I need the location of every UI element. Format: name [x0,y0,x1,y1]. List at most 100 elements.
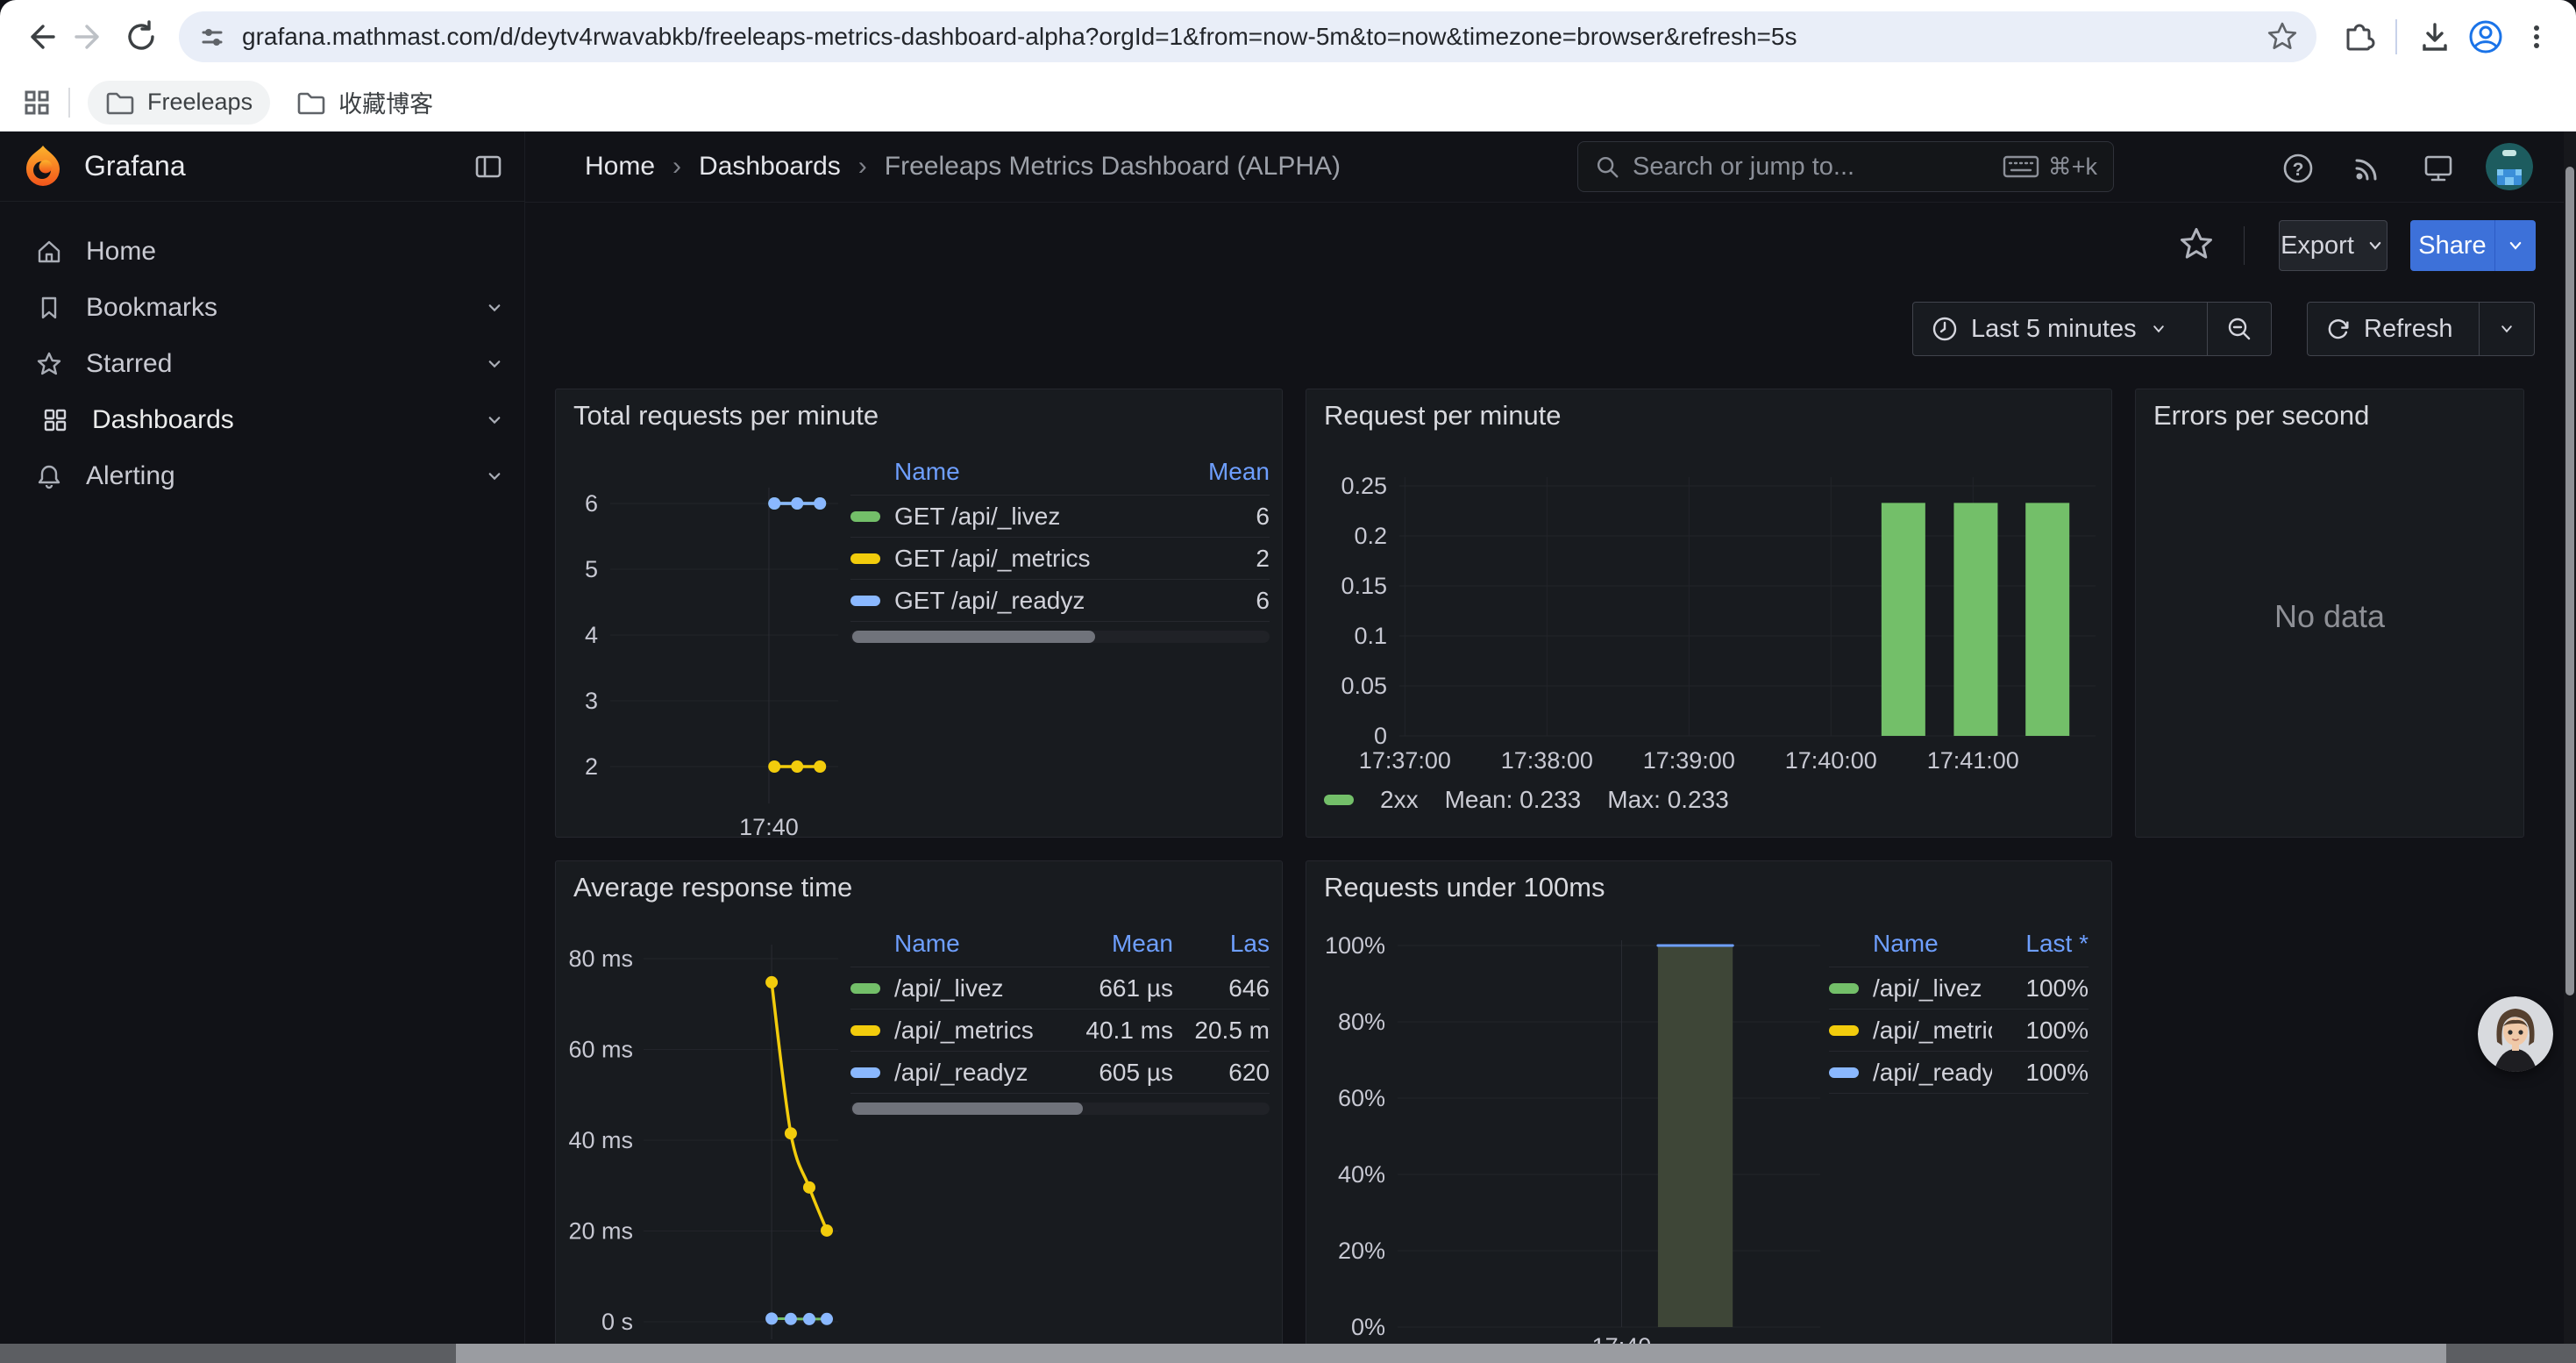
vertical-scrollbar-thumb[interactable] [2565,167,2574,995]
panel-request-per-minute: Request per minute 0.250.20.150.10.05017… [1306,389,2112,838]
search-shortcut: ⌘+k [2048,153,2097,181]
panel-title[interactable]: Request per minute [1324,400,1562,432]
sidebar-item-label: Home [86,237,156,267]
bookmark-star-icon[interactable] [2266,20,2299,54]
series-name[interactable]: /api/_readyz [894,1059,1050,1087]
series-name[interactable]: /api/_readyz [1873,1059,1992,1087]
time-range-button[interactable]: Last 5 minutes [1913,303,2207,355]
horizontal-scrollbar[interactable] [0,1344,2576,1363]
back-button[interactable] [14,11,65,62]
svg-text:17:41:00: 17:41:00 [1927,747,2019,774]
panel-title[interactable]: Total requests per minute [573,400,879,432]
export-button[interactable]: Export [2279,220,2387,271]
share-label[interactable]: Share [2410,220,2494,271]
legend-row[interactable]: /api/_livez100% [1829,967,2089,1009]
breadcrumb-dashboards[interactable]: Dashboards [699,152,841,182]
url-text[interactable]: grafana.mathmast.com/d/deytv4rwavabkb/fr… [242,23,2266,51]
legend-row[interactable]: /api/_readyz100% [1829,1051,2089,1093]
breadcrumb-separator: › [672,152,681,182]
svg-text:0.25: 0.25 [1341,473,1387,499]
series-name[interactable]: GET /api/_metrics [894,545,1147,573]
download-icon[interactable] [2409,11,2460,62]
series-name[interactable]: GET /api/_readyz [894,587,1147,615]
series-name[interactable]: 2xx [1380,786,1419,814]
series-name[interactable]: /api/_metrics [1873,1017,1992,1045]
chevron-down-icon[interactable] [482,408,507,432]
bookmark-folder-freeleaps[interactable]: Freeleaps [88,81,270,125]
forward-button[interactable] [65,11,116,62]
chevron-down-icon[interactable] [482,464,507,489]
sidebar-item-bookmarks[interactable]: Bookmarks [0,280,524,336]
share-menu-toggle[interactable] [2494,220,2536,271]
svg-text:60 ms: 60 ms [568,1037,633,1063]
panel-title[interactable]: Average response time [573,872,852,903]
chevron-down-icon[interactable] [482,296,507,320]
svg-text:0 s: 0 s [601,1309,633,1335]
apps-grid-icon[interactable] [21,87,53,118]
sidebar-item-alerting[interactable]: Alerting [0,448,524,504]
legend-row[interactable]: GET /api/_livez6 [850,495,1270,537]
legend-scrollbar[interactable] [850,631,1270,643]
legend-col-mean[interactable]: Mean [1042,930,1173,958]
vertical-scrollbar[interactable] [2564,132,2576,1344]
panel-title[interactable]: Requests under 100ms [1324,872,1605,903]
sidebar-item-home[interactable]: Home [0,224,524,280]
series-name[interactable]: /api/_livez [1873,974,1992,1003]
legend-col-name[interactable]: Name [894,930,960,958]
legend-col-name[interactable]: Name [894,458,960,486]
breadcrumb-home[interactable]: Home [585,152,655,182]
panel-title[interactable]: Errors per second [2153,400,2369,432]
user-avatar[interactable] [2486,143,2533,190]
browser-menu-icon[interactable] [2511,11,2562,62]
series-name[interactable]: GET /api/_livez [894,503,1147,531]
monitor-kiosk-icon[interactable] [2419,149,2458,188]
legend-col-mean[interactable]: Mean [1208,458,1270,486]
legend-col-name[interactable]: Name [1873,930,1939,958]
dashboards-grid-icon [41,406,69,434]
profile-icon[interactable] [2460,11,2511,62]
keyboard-icon [2003,153,2039,180]
series-name[interactable]: /api/_metrics [894,1017,1050,1045]
horizontal-scrollbar-thumb[interactable] [456,1344,2446,1363]
reload-button[interactable] [116,11,167,62]
site-settings-icon[interactable] [196,21,228,53]
legend-row[interactable]: /api/_livez661 µs646 [850,967,1270,1009]
refresh-interval-toggle[interactable] [2480,303,2534,355]
sidebar-item-starred[interactable]: Starred [0,336,524,392]
news-rss-icon[interactable] [2348,149,2387,188]
bookmark-label: Freeleaps [147,89,253,116]
legend-col-last[interactable]: Las [1173,930,1270,958]
refresh-button[interactable]: Refresh [2308,303,2479,355]
extensions-icon[interactable] [2332,11,2383,62]
legend-row[interactable]: GET /api/_metrics2 [850,537,1270,579]
sidebar-item-dashboards[interactable]: Dashboards [0,392,524,448]
breadcrumb-separator: › [858,152,867,182]
legend-scrollbar[interactable] [850,1103,1270,1115]
share-button[interactable]: Share [2410,220,2536,271]
chevron-down-icon[interactable] [482,352,507,376]
series-color-pill [850,553,880,564]
star-icon [35,350,63,378]
legend-col-last[interactable]: Last * [2025,930,2089,958]
svg-text:20%: 20% [1338,1238,1385,1264]
zoom-out-button[interactable] [2208,303,2271,355]
legend-table: Name Mean GET /api/_livez6 GET /api/_metr… [850,458,1270,643]
favorite-dashboard-icon[interactable] [2177,225,2219,267]
series-name[interactable]: /api/_livez [894,974,1050,1003]
help-icon[interactable]: ? [2279,149,2317,188]
legend-row[interactable]: /api/_readyz605 µs620 [850,1051,1270,1093]
zoom-out-icon [2225,315,2253,343]
search-input[interactable]: Search or jump to... ⌘+k [1577,141,2114,192]
series-last: 100% [1992,1059,2089,1087]
assistant-avatar[interactable] [2478,996,2553,1072]
address-bar[interactable]: grafana.mathmast.com/d/deytv4rwavabkb/fr… [179,11,2316,62]
series-color-pill [1829,983,1859,994]
legend-row[interactable]: GET /api/_readyz6 [850,579,1270,621]
legend-row[interactable]: /api/_metrics40.1 ms20.5 m [850,1009,1270,1051]
legend-row[interactable]: /api/_metrics100% [1829,1009,2089,1051]
grafana-logo[interactable] [21,144,65,189]
bookmark-folder-blogs[interactable]: 收藏博客 [279,81,451,125]
dock-sidebar-icon[interactable] [473,152,503,182]
series-mean: 605 µs [1050,1059,1173,1087]
grafana-app: Grafana Home Bookmarks Starred Dashboard… [0,132,2576,1363]
